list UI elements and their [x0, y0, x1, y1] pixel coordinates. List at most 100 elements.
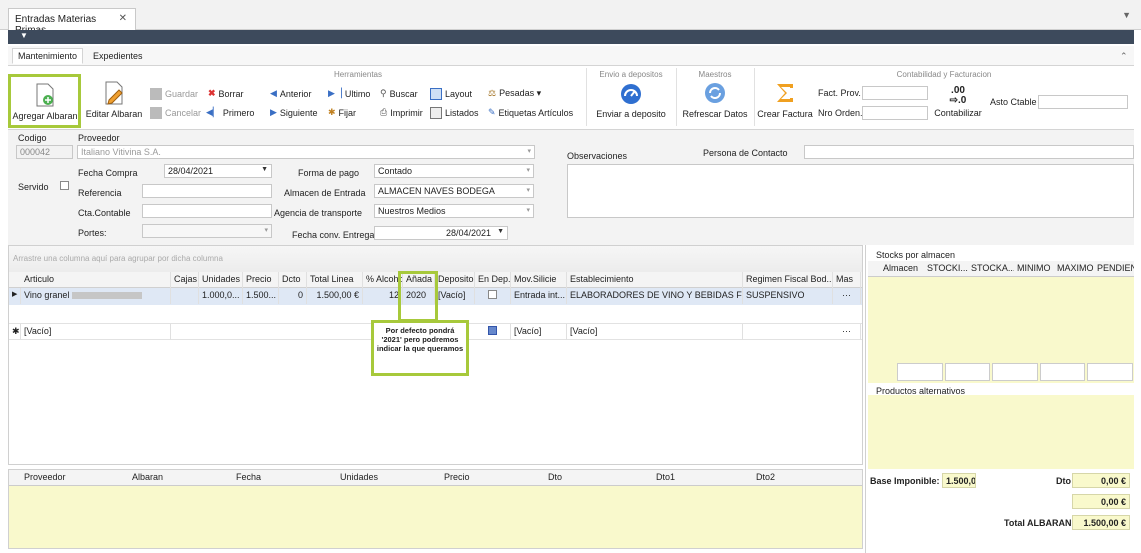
referencia-label: Referencia [78, 188, 122, 198]
cell-en-dep-new[interactable] [475, 324, 511, 340]
cell-mov-new[interactable]: [Vacío] [511, 324, 567, 340]
quick-access-dropdown-icon[interactable]: ▼ [20, 31, 28, 40]
col-precio[interactable]: Precio [243, 272, 279, 288]
layout-button[interactable]: Layout [430, 88, 472, 100]
forma-pago-field[interactable]: Contado ▾ [374, 164, 534, 178]
stocks-col-stocki[interactable]: STOCKI... [924, 261, 968, 277]
refrescar-button[interactable]: Refrescar Datos [676, 80, 754, 119]
portes-field[interactable]: ▾ [142, 224, 272, 238]
nro-orden-input[interactable] [862, 106, 928, 120]
crear-factura-label: Crear Factura [757, 109, 813, 119]
doc-tab-entradas[interactable]: Entradas Materias Primas ✕ [8, 8, 136, 36]
col-unidades[interactable]: Unidades [199, 272, 243, 288]
anterior-button[interactable]: ◀ Anterior [270, 88, 311, 99]
stocks-col-stocka[interactable]: STOCKA... [968, 261, 1014, 277]
cell-deposito[interactable]: [Vacío] [435, 288, 475, 304]
etiquetas-button[interactable]: ✎ Etiquetas Artículos [488, 107, 573, 118]
pesadas-button[interactable]: ⚖ Pesadas ▾ [488, 88, 541, 99]
cell-regimen[interactable]: SUSPENSIVO [743, 288, 833, 304]
cell-articulo[interactable]: Vino granel [21, 288, 171, 304]
ultimo-button[interactable]: ▶▕ Ultimo [328, 88, 370, 99]
hcol-albaran[interactable]: Albaran [129, 470, 233, 486]
fecha-conv-field[interactable]: 28/04/2021 ▼ [374, 226, 508, 240]
siguiente-button[interactable]: ▶ Siguiente [270, 107, 317, 118]
col-articulo[interactable]: Articulo [21, 272, 171, 288]
hcol-dto[interactable]: Dto [545, 470, 653, 486]
cell-precio[interactable]: 1.500... [243, 288, 279, 304]
hcol-proveedor[interactable]: Proveedor [21, 470, 129, 486]
tab-expedientes[interactable]: Expedientes [88, 49, 148, 63]
guardar-button[interactable]: Guardar [150, 88, 198, 100]
cell-establecimiento-new[interactable]: [Vacío] [567, 324, 743, 340]
refrescar-label: Refrescar Datos [682, 109, 748, 119]
col-en-dep[interactable]: En Dep. [475, 272, 511, 288]
col-establecimiento[interactable]: Establecimiento [567, 272, 743, 288]
history-body [9, 486, 862, 548]
proveedor-field[interactable]: Italiano Vitivina S.A. ▾ [77, 145, 535, 159]
col-deposito[interactable]: Deposito [435, 272, 475, 288]
agencia-field[interactable]: Nuestros Medios ▾ [374, 204, 534, 218]
servido-checkbox[interactable] [60, 181, 69, 190]
col-regimen[interactable]: Regimen Fiscal Bod... [743, 272, 833, 288]
primero-button[interactable]: ◀▏ Primero [206, 107, 254, 118]
hcol-dto2[interactable]: Dto2 [753, 470, 853, 486]
en-dep-checkbox[interactable] [488, 290, 497, 299]
collapse-ribbon-icon[interactable]: ⌃ [1115, 49, 1133, 64]
chevron-down-icon[interactable]: ▼ [1122, 10, 1131, 20]
buscar-button[interactable]: ⚲ Buscar [380, 88, 418, 99]
col-alcohol[interactable]: % Alcohol [363, 272, 403, 288]
stocks-col-pendien[interactable]: PENDIEN... [1094, 261, 1134, 277]
cell-mov[interactable]: Entrada int... [511, 288, 567, 304]
col-mas[interactable]: Mas [833, 272, 861, 288]
scale-icon: ⚖ [488, 88, 497, 98]
cell-alcohol[interactable]: 12 [363, 288, 403, 304]
close-icon[interactable]: ✕ [119, 13, 127, 24]
imprimir-button[interactable]: ⎙ Imprimir [380, 107, 423, 118]
editar-albaran-button[interactable]: Editar Albaran [82, 80, 146, 119]
referencia-input[interactable] [142, 184, 272, 198]
buscar-label: Buscar [389, 88, 418, 99]
cell-mas-button[interactable]: ··· [833, 288, 861, 304]
dropdown-icon: ▾ [526, 167, 530, 174]
persona-contacto-label: Persona de Contacto [703, 148, 788, 158]
hcol-dto1[interactable]: Dto1 [653, 470, 753, 486]
persona-contacto-input[interactable] [804, 145, 1134, 159]
col-total-linea[interactable]: Total Linea [307, 272, 363, 288]
stocks-col-minimo[interactable]: MINIMO [1014, 261, 1054, 277]
tab-mantenimiento[interactable]: Mantenimiento [12, 48, 84, 64]
col-dcto[interactable]: Dcto [279, 272, 307, 288]
cta-contable-input[interactable] [142, 204, 272, 218]
cell-unidades[interactable]: 1.000,0... [199, 288, 243, 304]
observaciones-textarea[interactable] [567, 164, 1134, 218]
stocks-col-almacen[interactable]: Almacen [880, 261, 920, 277]
en-dep-checkbox-new[interactable] [488, 326, 497, 335]
total-albaran-value: 1.500,00 € [1072, 515, 1130, 530]
col-mov-silicie[interactable]: Mov.Silicie [511, 272, 567, 288]
fecha-compra-field[interactable]: 28/04/2021 ▼ [164, 164, 272, 178]
cell-en-dep[interactable] [475, 288, 511, 304]
crear-factura-button[interactable]: Crear Factura [756, 80, 814, 119]
cell-mas-new-button[interactable]: ··· [833, 324, 861, 340]
enviar-deposito-button[interactable]: Enviar a deposito [588, 80, 674, 119]
cell-dcto[interactable]: 0 [279, 288, 307, 304]
stocks-col-maximo[interactable]: MAXIMO [1054, 261, 1094, 277]
fijar-button[interactable]: ✱ Fijar [328, 107, 356, 118]
almacen-entrada-field[interactable]: ALMACEN NAVES BODEGA ▾ [374, 184, 534, 198]
listados-button[interactable]: Listados [430, 107, 479, 119]
cell-articulo-new[interactable]: [Vacío] [21, 324, 171, 340]
hcol-unidades[interactable]: Unidades [337, 470, 441, 486]
cell-total[interactable]: 1.500,00 € [307, 288, 363, 304]
cancelar-button[interactable]: Cancelar [150, 107, 201, 119]
fact-prov-input[interactable] [862, 86, 928, 100]
contabilizar-button[interactable]: .00 ⇨.0 Contabilizar [930, 86, 986, 119]
asto-ctable-input[interactable] [1038, 95, 1128, 109]
cell-establecimiento[interactable]: ELABORADORES DE VINO Y BEBIDAS FER... [567, 288, 743, 304]
col-cajas[interactable]: Cajas [171, 272, 199, 288]
siguiente-label: Siguiente [279, 107, 318, 118]
cell-cajas[interactable] [171, 288, 199, 304]
hcol-fecha[interactable]: Fecha [233, 470, 337, 486]
base-imponible-value: 1.500,00 € [942, 473, 976, 488]
ultimo-label: Ultimo [344, 88, 371, 99]
hcol-precio[interactable]: Precio [441, 470, 545, 486]
borrar-button[interactable]: ✖ Borrar [208, 88, 244, 99]
